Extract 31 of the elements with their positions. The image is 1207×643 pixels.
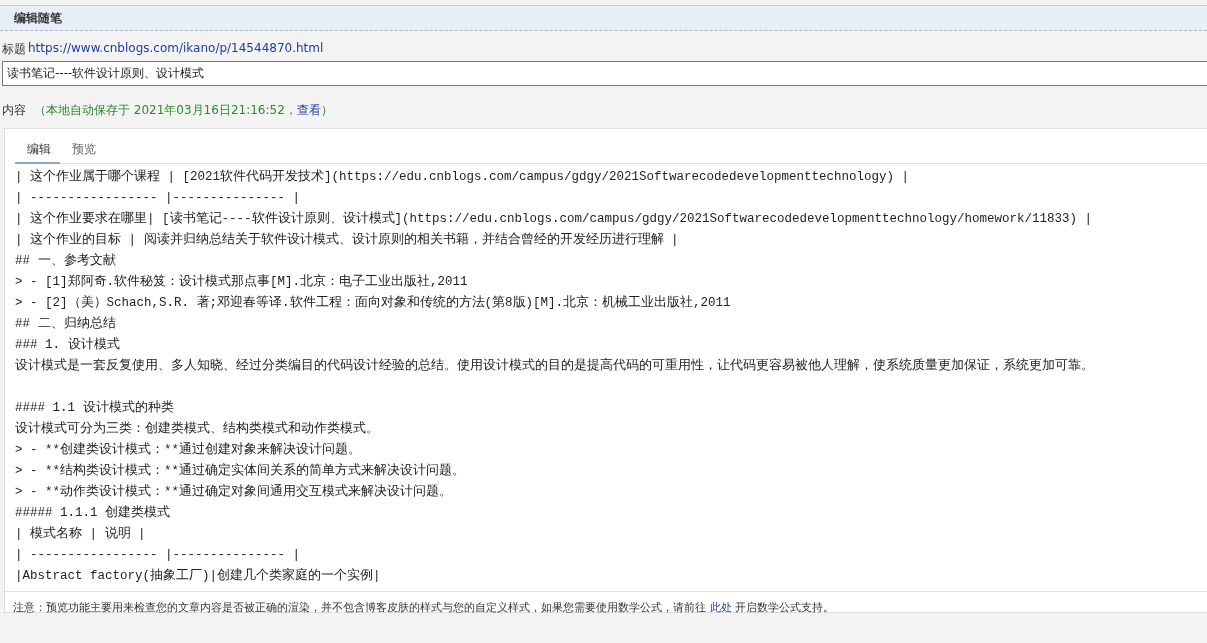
- code-line: | 这个作业属于哪个课程 | [2021软件代码开发技术](https://edu.cnblogs.com/campus/gdgy/2021Softwarecodedevelopmenttechnology) |: [15, 168, 911, 186]
- code-line: | 这个作业要求在哪里| [读书笔记----软件设计原则、设计模式](https://edu.cnblogs.com/campus/gdgy/2021Softwarecodedevelopmenttechnology/homework/11833) |: [15, 210, 1094, 228]
- title-label: 标题: [2, 41, 26, 58]
- code-line: > - **动作类设计模式：**通过确定对象间通用交互模式来解决设计问题。: [15, 483, 453, 501]
- tab[interactable]: 编辑: [15, 137, 60, 164]
- post-url-link[interactable]: https://www.cnblogs.com/ikano/p/14544870.html: [28, 41, 324, 58]
- here-link[interactable]: 此处: [709, 601, 732, 614]
- code-line: ## 二、归纳总结: [15, 315, 117, 333]
- title-input-field[interactable]: 读书笔记----软件设计原则、设计模式: [2, 61, 1207, 86]
- code-line: > - [2]（美）Schach,S.R. 著;邓迎春等译.软件工程：面向对象和传统的方法(第8版)[M].北京：机械工业出版社,2011: [15, 294, 732, 312]
- tab[interactable]: 预览: [60, 137, 105, 164]
- code-line: ## 一、参考文献: [15, 252, 117, 270]
- code-line: 设计模式是一套反复使用、多人知晓、经过分类编目的代码设计经验的总结。使用设计模式的目的是提高代码的可重用性，让代码更容易被他人理解，使系统质量更加保证，系统更加可靠。: [15, 357, 1095, 375]
- code-line: | ----------------- |--------------- |: [15, 190, 302, 207]
- code-line: > - **创建类设计模式：**通过创建对象来解决设计问题。: [15, 441, 362, 459]
- code-line: ### 1. 设计模式: [15, 336, 121, 354]
- view-link[interactable]: 查看: [296, 102, 321, 119]
- code-line: ##### 1.1.1 创建类模式: [15, 504, 171, 522]
- autosave-text: （本地自动保存于 2021年03月16日21:16:52，: [34, 102, 297, 119]
- code-line: > - **结构类设计模式：**通过确定实体间关系的简单方式来解决设计问题。: [15, 462, 466, 480]
- code-line: | ----------------- |--------------- |: [15, 547, 302, 564]
- preview-note: 注意：预览功能主要用来检查您的文章内容是否被正确的渲染，并不包含博客皮肤的样式与您的自定义样式，如果您需要使用数学公式，请前往 此处 开启数学公式支持。: [13, 600, 835, 615]
- code-line: | 模式名称 | 说明 |: [15, 525, 147, 543]
- content-label: 内容: [2, 102, 26, 119]
- code-line: > - [1]郑阿奇.软件秘笈：设计模式那点事[M].北京：电子工业出版社,2011: [15, 273, 469, 291]
- code-line: 设计模式可分为三类：创建类模式、结构类模式和动作类模式。: [15, 420, 380, 438]
- code-line: #### 1.1 设计模式的种类: [15, 399, 175, 417]
- code-line: | 这个作业的目标 | 阅读并归纳总结关于软件设计模式、设计原则的相关书籍，并结合曾经的开发经历进行理解 |: [15, 231, 680, 249]
- page-title: 编辑随笔: [14, 9, 62, 27]
- autosave-text-end: ）: [320, 102, 333, 119]
- code-line: |Abstract factory(抽象工厂)|创建几个类家庭的一个实例|: [15, 567, 382, 585]
